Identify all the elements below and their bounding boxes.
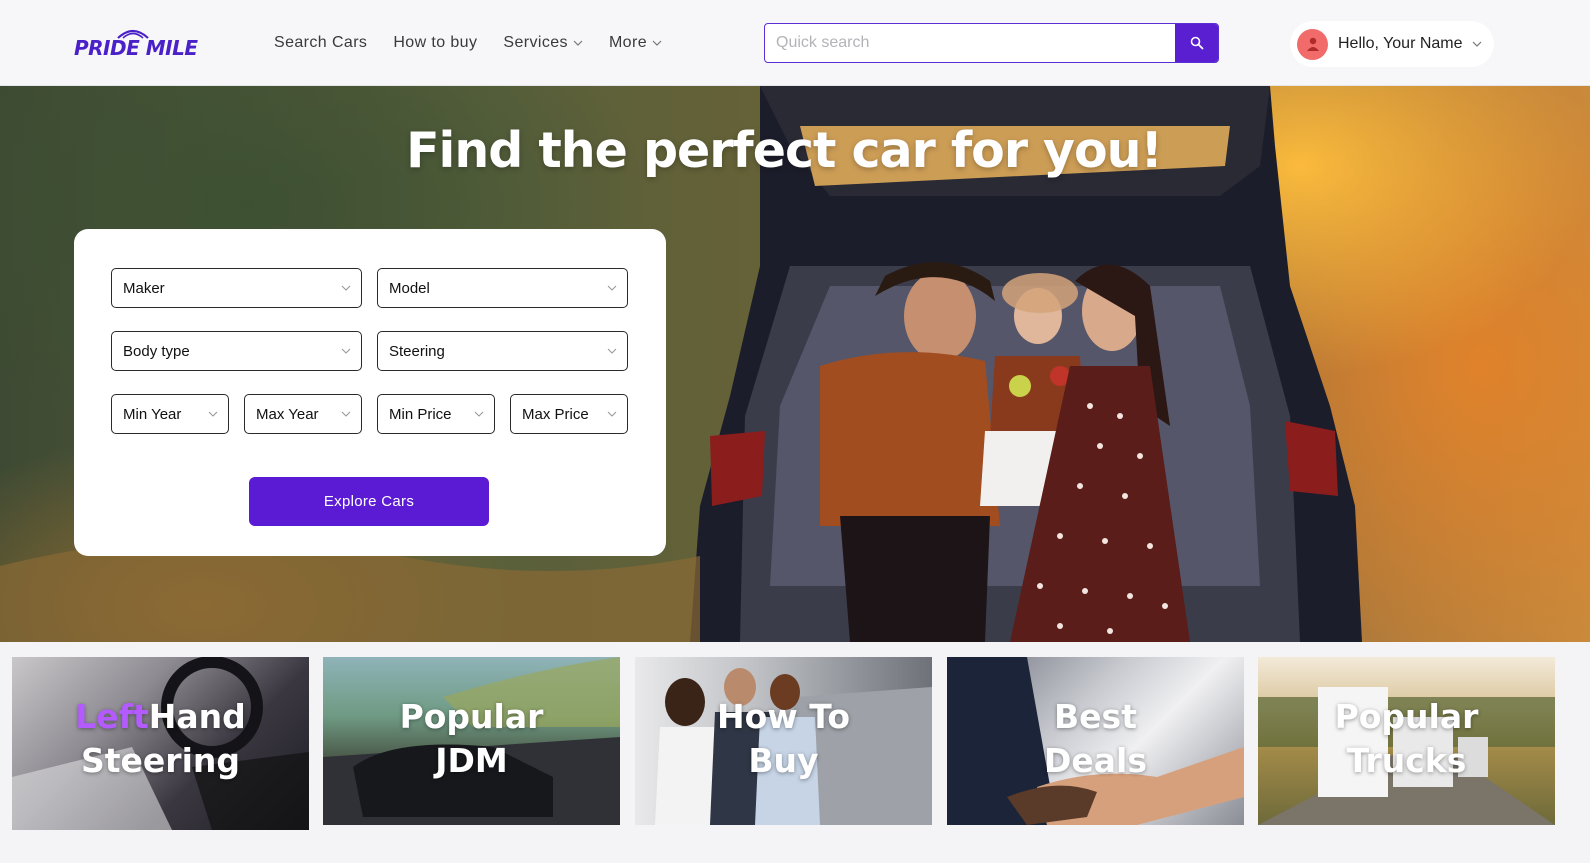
model-select[interactable]: Model	[377, 268, 628, 308]
hero-title: Find the perfect car for you!	[406, 122, 1163, 179]
body-type-select-label: Body type	[123, 342, 190, 360]
body-type-select[interactable]: Body type	[111, 331, 362, 371]
tile-label-line2: Deals	[1044, 741, 1147, 780]
tile-label: Popular Trucks	[1258, 695, 1555, 783]
brand-logo[interactable]: PRIDE MILE	[74, 26, 204, 62]
min-price-select-label: Min Price	[389, 405, 452, 423]
explore-cars-button[interactable]: Explore Cars	[249, 477, 489, 526]
tile-label-line1: Best	[1054, 697, 1137, 736]
brand-name: PRIDE MILE	[74, 36, 198, 60]
tile-label-line2: Trucks	[1346, 741, 1467, 780]
tile-label-accent: Left	[75, 697, 149, 736]
model-select-label: Model	[389, 279, 430, 297]
avatar	[1297, 28, 1328, 60]
nav-item-label: Search Cars	[274, 34, 368, 51]
nav-item-more[interactable]: More	[609, 34, 662, 52]
min-year-select[interactable]: Min Year	[111, 394, 229, 434]
quick-search	[764, 23, 1219, 63]
chevron-down-icon	[607, 348, 617, 354]
chevron-down-icon	[652, 40, 662, 46]
nav-item-label: How to buy	[393, 34, 478, 51]
tile-label: Best Deals	[947, 695, 1244, 783]
max-price-select-label: Max Price	[522, 405, 589, 423]
search-input[interactable]	[765, 24, 1176, 62]
max-year-select-label: Max Year	[256, 405, 319, 423]
steering-select[interactable]: Steering	[377, 331, 628, 371]
user-greeting: Hello, Your Name	[1338, 35, 1463, 52]
tile-popular-trucks[interactable]: Popular Trucks	[1258, 657, 1555, 825]
tile-label-line1: Hand	[148, 697, 246, 736]
nav-item-search-cars[interactable]: Search Cars	[274, 34, 367, 52]
maker-select[interactable]: Maker	[111, 268, 362, 308]
chevron-down-icon	[341, 411, 351, 417]
chevron-down-icon	[341, 348, 351, 354]
tile-label: How To Buy	[635, 695, 932, 783]
tile-label-line1: Popular	[399, 697, 544, 736]
chevron-down-icon	[208, 411, 218, 417]
chevron-down-icon	[607, 285, 617, 291]
chevron-down-icon	[474, 411, 484, 417]
tile-best-deals[interactable]: Best Deals	[947, 657, 1244, 825]
nav-item-services[interactable]: Services	[503, 34, 583, 52]
tile-label: LeftHand Steering	[12, 695, 309, 783]
user-icon	[1306, 37, 1319, 51]
chevron-down-icon	[573, 40, 583, 46]
chevron-down-icon	[1472, 41, 1481, 47]
nav-item-label: More	[608, 34, 647, 51]
tile-how-to-buy[interactable]: How To Buy	[635, 657, 932, 825]
steering-select-label: Steering	[389, 342, 445, 360]
tile-popular-jdm[interactable]: Popular JDM	[323, 657, 620, 825]
search-icon	[1190, 36, 1203, 50]
user-menu[interactable]: Hello, Your Name	[1290, 21, 1494, 67]
site-header: PRIDE MILE Search Cars How to buy Servic…	[0, 0, 1590, 86]
nav-item-how-to-buy[interactable]: How to buy	[393, 34, 477, 52]
tile-label-line2: Steering	[80, 741, 240, 780]
min-year-select-label: Min Year	[123, 405, 182, 423]
tile-label: Popular JDM	[323, 695, 620, 783]
chevron-down-icon	[341, 285, 351, 291]
max-price-select[interactable]: Max Price	[510, 394, 628, 434]
main-nav: Search Cars How to buy Services More	[274, 34, 688, 52]
min-price-select[interactable]: Min Price	[377, 394, 495, 434]
maker-select-label: Maker	[123, 279, 165, 297]
search-button[interactable]	[1175, 24, 1218, 62]
chevron-down-icon	[607, 411, 617, 417]
max-year-select[interactable]: Max Year	[244, 394, 362, 434]
tile-label-line2: JDM	[435, 741, 508, 780]
nav-item-label: Services	[503, 34, 568, 51]
tile-left-hand-steering[interactable]: LeftHand Steering	[12, 657, 309, 830]
tile-label-line1: How To	[716, 697, 851, 736]
tile-label-line1: Popular	[1334, 697, 1479, 736]
tile-label-line2: Buy	[748, 741, 819, 780]
